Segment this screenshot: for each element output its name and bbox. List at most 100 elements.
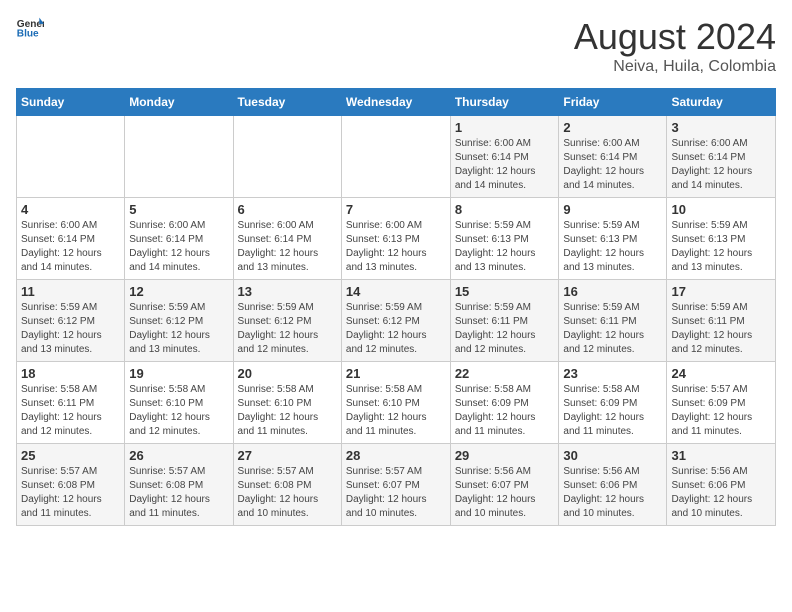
week-row-2: 4 Sunrise: 6:00 AM Sunset: 6:14 PM Daylig…: [17, 198, 776, 280]
calendar-cell: 28 Sunrise: 5:57 AM Sunset: 6:07 PM Dayli…: [341, 444, 450, 526]
day-info: Sunrise: 5:56 AM Sunset: 6:07 PM Dayligh…: [455, 465, 555, 521]
calendar-cell: 16 Sunrise: 5:59 AM Sunset: 6:11 PM Dayli…: [559, 280, 667, 362]
day-number: 29: [455, 448, 555, 463]
weekday-header-friday: Friday: [559, 89, 667, 116]
day-info: Sunrise: 5:57 AM Sunset: 6:08 PM Dayligh…: [238, 465, 337, 521]
day-number: 17: [671, 284, 771, 299]
calendar-cell: 7 Sunrise: 6:00 AM Sunset: 6:13 PM Daylig…: [341, 198, 450, 280]
week-row-5: 25 Sunrise: 5:57 AM Sunset: 6:08 PM Dayli…: [17, 444, 776, 526]
day-info: Sunrise: 5:57 AM Sunset: 6:08 PM Dayligh…: [129, 465, 228, 521]
svg-text:Blue: Blue: [17, 28, 39, 38]
day-number: 28: [346, 448, 446, 463]
weekday-header-row: SundayMondayTuesdayWednesdayThursdayFrid…: [17, 89, 776, 116]
day-info: Sunrise: 6:00 AM Sunset: 6:13 PM Dayligh…: [346, 219, 446, 275]
day-info: Sunrise: 6:00 AM Sunset: 6:14 PM Dayligh…: [129, 219, 228, 275]
calendar-cell: 24Sunrise: 5:57 AM Sunset: 6:09 PM Dayli…: [667, 362, 776, 444]
day-number: 7: [346, 202, 446, 217]
title-block: August 2024 Neiva, Huila, Colombia: [574, 16, 776, 76]
weekday-header-tuesday: Tuesday: [233, 89, 341, 116]
weekday-header-saturday: Saturday: [667, 89, 776, 116]
calendar-cell: [17, 116, 125, 198]
week-row-4: 18 Sunrise: 5:58 AM Sunset: 6:11 PM Dayli…: [17, 362, 776, 444]
week-row-3: 11 Sunrise: 5:59 AM Sunset: 6:12 PM Dayli…: [17, 280, 776, 362]
calendar-cell: [341, 116, 450, 198]
day-number: 27: [238, 448, 337, 463]
day-info: Sunrise: 5:56 AM Sunset: 6:06 PM Dayligh…: [563, 465, 662, 521]
day-info: Sunrise: 5:58 AM Sunset: 6:10 PM Dayligh…: [129, 383, 228, 439]
day-number: 13: [238, 284, 337, 299]
day-info: Sunrise: 5:56 AM Sunset: 6:06 PM Dayligh…: [671, 465, 771, 521]
calendar-cell: 19 Sunrise: 5:58 AM Sunset: 6:10 PM Dayli…: [125, 362, 233, 444]
day-info: Sunrise: 5:59 AM Sunset: 6:12 PM Dayligh…: [346, 301, 446, 357]
calendar-cell: 4Sunrise: 6:00 AM Sunset: 6:14 PM Daylig…: [17, 198, 125, 280]
calendar-cell: 29 Sunrise: 5:56 AM Sunset: 6:07 PM Dayli…: [450, 444, 559, 526]
calendar-cell: 11 Sunrise: 5:59 AM Sunset: 6:12 PM Dayli…: [17, 280, 125, 362]
calendar-cell: 22Sunrise: 5:58 AM Sunset: 6:09 PM Dayli…: [450, 362, 559, 444]
day-info: Sunrise: 6:00 AM Sunset: 6:14 PM Dayligh…: [238, 219, 337, 275]
day-info: Sunrise: 5:59 AM Sunset: 6:12 PM Dayligh…: [21, 301, 120, 357]
day-info: Sunrise: 6:00 AM Sunset: 6:14 PM Dayligh…: [563, 137, 662, 193]
calendar-cell: 10Sunrise: 5:59 AM Sunset: 6:13 PM Dayli…: [667, 198, 776, 280]
logo: General Blue: [16, 16, 44, 38]
day-info: Sunrise: 5:57 AM Sunset: 6:09 PM Dayligh…: [671, 383, 771, 439]
day-number: 19: [129, 366, 228, 381]
calendar-cell: 12 Sunrise: 5:59 AM Sunset: 6:12 PM Dayli…: [125, 280, 233, 362]
page-header: General Blue August 2024 Neiva, Huila, C…: [16, 16, 776, 76]
calendar-cell: 13 Sunrise: 5:59 AM Sunset: 6:12 PM Dayli…: [233, 280, 341, 362]
day-info: Sunrise: 5:59 AM Sunset: 6:11 PM Dayligh…: [563, 301, 662, 357]
day-info: Sunrise: 5:59 AM Sunset: 6:11 PM Dayligh…: [671, 301, 771, 357]
day-number: 11: [21, 284, 120, 299]
day-info: Sunrise: 5:59 AM Sunset: 6:13 PM Dayligh…: [455, 219, 555, 275]
day-info: Sunrise: 5:59 AM Sunset: 6:12 PM Dayligh…: [129, 301, 228, 357]
day-info: Sunrise: 5:59 AM Sunset: 6:13 PM Dayligh…: [671, 219, 771, 275]
day-number: 5: [129, 202, 228, 217]
weekday-header-wednesday: Wednesday: [341, 89, 450, 116]
calendar-cell: 26 Sunrise: 5:57 AM Sunset: 6:08 PM Dayli…: [125, 444, 233, 526]
day-number: 6: [238, 202, 337, 217]
day-number: 15: [455, 284, 555, 299]
weekday-header-sunday: Sunday: [17, 89, 125, 116]
day-info: Sunrise: 5:58 AM Sunset: 6:10 PM Dayligh…: [346, 383, 446, 439]
calendar-cell: 20Sunrise: 5:58 AM Sunset: 6:10 PM Dayli…: [233, 362, 341, 444]
calendar-cell: 5 Sunrise: 6:00 AM Sunset: 6:14 PM Daylig…: [125, 198, 233, 280]
calendar-cell: 18 Sunrise: 5:58 AM Sunset: 6:11 PM Dayli…: [17, 362, 125, 444]
day-info: Sunrise: 5:58 AM Sunset: 6:11 PM Dayligh…: [21, 383, 120, 439]
calendar-cell: 21Sunrise: 5:58 AM Sunset: 6:10 PM Dayli…: [341, 362, 450, 444]
calendar-cell: 6 Sunrise: 6:00 AM Sunset: 6:14 PM Daylig…: [233, 198, 341, 280]
calendar-title: August 2024: [574, 16, 776, 58]
day-info: Sunrise: 5:59 AM Sunset: 6:13 PM Dayligh…: [563, 219, 662, 275]
calendar-cell: 1 Sunrise: 6:00 AM Sunset: 6:14 PM Daylig…: [450, 116, 559, 198]
day-number: 1: [455, 120, 555, 135]
calendar-cell: 2 Sunrise: 6:00 AM Sunset: 6:14 PM Daylig…: [559, 116, 667, 198]
calendar-subtitle: Neiva, Huila, Colombia: [574, 58, 776, 76]
day-info: Sunrise: 5:59 AM Sunset: 6:12 PM Dayligh…: [238, 301, 337, 357]
day-number: 25: [21, 448, 120, 463]
day-info: Sunrise: 5:57 AM Sunset: 6:07 PM Dayligh…: [346, 465, 446, 521]
day-number: 16: [563, 284, 662, 299]
day-number: 12: [129, 284, 228, 299]
day-number: 2: [563, 120, 662, 135]
day-info: Sunrise: 6:00 AM Sunset: 6:14 PM Dayligh…: [455, 137, 555, 193]
day-number: 4: [21, 202, 120, 217]
calendar-cell: 30Sunrise: 5:56 AM Sunset: 6:06 PM Dayli…: [559, 444, 667, 526]
day-number: 31: [671, 448, 771, 463]
logo-icon: General Blue: [16, 16, 44, 38]
day-number: 22: [455, 366, 555, 381]
day-number: 3: [671, 120, 771, 135]
day-info: Sunrise: 5:59 AM Sunset: 6:11 PM Dayligh…: [455, 301, 555, 357]
calendar-cell: 17 Sunrise: 5:59 AM Sunset: 6:11 PM Dayli…: [667, 280, 776, 362]
day-info: Sunrise: 5:57 AM Sunset: 6:08 PM Dayligh…: [21, 465, 120, 521]
calendar-cell: [125, 116, 233, 198]
calendar-cell: 23Sunrise: 5:58 AM Sunset: 6:09 PM Dayli…: [559, 362, 667, 444]
day-number: 9: [563, 202, 662, 217]
calendar-cell: 27 Sunrise: 5:57 AM Sunset: 6:08 PM Dayli…: [233, 444, 341, 526]
weekday-header-thursday: Thursday: [450, 89, 559, 116]
day-number: 26: [129, 448, 228, 463]
day-info: Sunrise: 6:00 AM Sunset: 6:14 PM Dayligh…: [671, 137, 771, 193]
calendar-cell: 25 Sunrise: 5:57 AM Sunset: 6:08 PM Dayli…: [17, 444, 125, 526]
day-number: 18: [21, 366, 120, 381]
day-number: 23: [563, 366, 662, 381]
calendar-cell: 31 Sunrise: 5:56 AM Sunset: 6:06 PM Dayli…: [667, 444, 776, 526]
calendar-cell: 15 Sunrise: 5:59 AM Sunset: 6:11 PM Dayli…: [450, 280, 559, 362]
week-row-1: 1 Sunrise: 6:00 AM Sunset: 6:14 PM Daylig…: [17, 116, 776, 198]
